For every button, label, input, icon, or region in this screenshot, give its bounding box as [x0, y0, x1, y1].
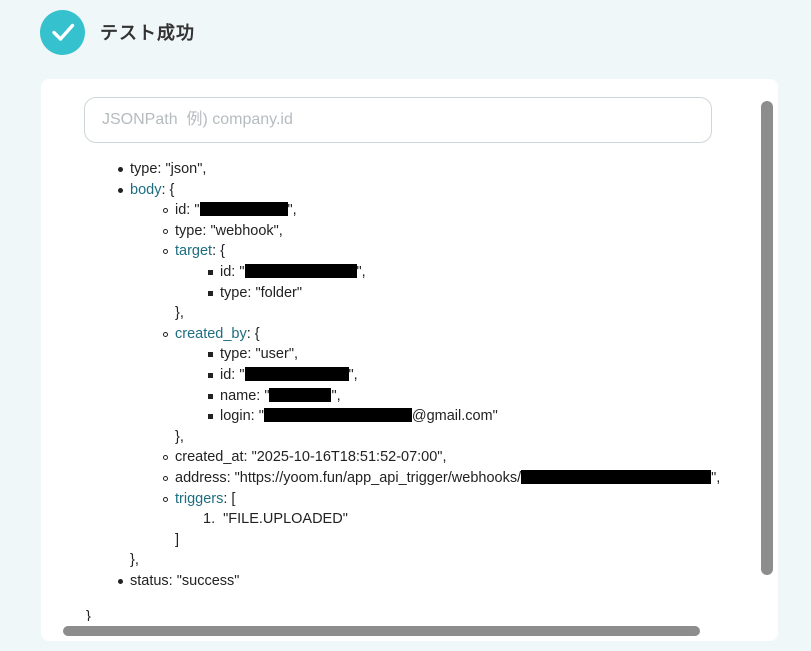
- tree-item-target: target: {: [163, 241, 225, 262]
- created-by-id-prefix: id: ": [220, 367, 245, 383]
- address-suffix: ",: [711, 470, 721, 486]
- tree-item-created-by-login: login: " @gmail.com": [208, 406, 498, 427]
- created-by-id-suffix: ",: [348, 367, 358, 383]
- bullet-icon: [163, 496, 168, 502]
- body-id-prefix: id: ": [175, 202, 200, 219]
- created-at: created_at: "2025-10-16T18:51:52-07:00",: [175, 449, 447, 466]
- root-close: }: [86, 607, 91, 621]
- trigger-item: "FILE.UPLOADED": [223, 511, 348, 528]
- created-by-close-text: },: [175, 428, 184, 445]
- redacted-created-by-name: [269, 387, 332, 402]
- bullet-icon: [163, 249, 168, 255]
- triggers-close: ]: [175, 530, 179, 551]
- created-by-name-prefix: name: ": [220, 387, 270, 404]
- tree-item-type: type: "json",: [118, 159, 207, 180]
- check-icon: [40, 9, 85, 55]
- vertical-scrollbar[interactable]: [758, 79, 778, 621]
- target-id-suffix: ",: [356, 264, 366, 280]
- target-close-text: },: [175, 305, 184, 322]
- json-output-panel: type: "json", body: { id: "", type: "web…: [41, 79, 778, 641]
- created-by-open: : {: [246, 325, 260, 342]
- created-by-login-suffix: @gmail.com": [411, 408, 498, 425]
- created-by-key[interactable]: created_by: [175, 326, 247, 342]
- target-id-prefix: id: ": [220, 264, 245, 280]
- created-by-type: type: "user",: [220, 346, 298, 363]
- body-open: : {: [161, 181, 175, 198]
- test-result-header: テスト成功: [40, 9, 195, 55]
- tree-item-body: body: {: [118, 180, 175, 201]
- bullet-icon: [208, 290, 213, 296]
- type-line: type: "json",: [130, 161, 207, 177]
- address-prefix: address: "https://yoom.fun/app_api_trigg…: [175, 470, 522, 486]
- tree-item-created-by-name: name: " ",: [208, 386, 341, 407]
- jsonpath-input[interactable]: [85, 98, 711, 142]
- tree-item-trigger-1: 1. "FILE.UPLOADED": [203, 509, 348, 530]
- triggers-close-text: ]: [175, 531, 180, 548]
- bullet-icon: [118, 187, 123, 193]
- bullet-icon: [208, 352, 213, 358]
- target-type: type: "folder": [220, 284, 303, 301]
- tree-item-address: address: "https://yoom.fun/app_api_trigg…: [163, 468, 721, 489]
- bullet-icon: [208, 393, 213, 399]
- created-by-login-prefix: login: ": [220, 408, 264, 425]
- header-title: テスト成功: [100, 23, 195, 43]
- target-key[interactable]: target: [175, 243, 212, 259]
- tree-item-created-at: created_at: "2025-10-16T18:51:52-07:00",: [163, 447, 447, 468]
- body-close: },: [130, 550, 139, 571]
- json-tree-viewport: type: "json", body: { id: "", type: "web…: [41, 79, 758, 621]
- redacted-address: [521, 470, 712, 484]
- bullet-icon: [163, 208, 168, 214]
- bullet-icon: [118, 167, 123, 172]
- root-close-text: }: [86, 609, 91, 621]
- created-by-name-suffix: ",: [331, 387, 341, 404]
- target-close: },: [175, 303, 184, 324]
- tree-item-target-id: id: " ",: [208, 262, 366, 283]
- bullet-icon: [163, 228, 168, 234]
- redacted-created-by-id: [244, 367, 349, 381]
- bullet-icon: [208, 373, 213, 378]
- redacted-created-by-login: [263, 408, 412, 423]
- vertical-scrollbar-thumb[interactable]: [761, 101, 773, 575]
- redacted-target-id: [244, 264, 357, 278]
- tree-item-created-by-id: id: " ",: [208, 365, 358, 386]
- target-open: : {: [212, 243, 225, 260]
- bullet-icon: [208, 414, 213, 420]
- tree-item-created-by-type: type: "user",: [208, 344, 298, 365]
- bullet-icon: [118, 579, 123, 584]
- created-by-close: },: [175, 427, 184, 448]
- triggers-open: : [: [223, 490, 236, 507]
- bullet-icon: [163, 455, 168, 461]
- horizontal-scrollbar-thumb[interactable]: [63, 626, 700, 636]
- triggers-key[interactable]: triggers: [175, 491, 223, 507]
- trigger-item-number: 1.: [203, 511, 216, 528]
- tree-item-body-id: id: " ",: [163, 200, 297, 221]
- horizontal-scrollbar[interactable]: [41, 621, 758, 641]
- body-id-suffix: ",: [287, 202, 297, 219]
- tree-item-status: status: "success": [118, 571, 240, 592]
- tree-item-triggers: triggers: [: [163, 489, 236, 510]
- body-type: type: "webhook",: [175, 222, 283, 239]
- tree-item-created-by: created_by: {: [163, 324, 260, 345]
- bullet-icon: [208, 270, 213, 275]
- body-key[interactable]: body: [130, 182, 161, 198]
- body-close-text: },: [130, 552, 139, 569]
- jsonpath-search[interactable]: [84, 97, 712, 143]
- bullet-icon: [163, 331, 168, 337]
- tree-item-target-type: type: "folder": [208, 283, 303, 304]
- bullet-icon: [163, 476, 168, 481]
- tree-item-body-type: type: "webhook",: [163, 221, 283, 242]
- redacted-body-id: [199, 202, 288, 217]
- status-line: status: "success": [130, 573, 240, 589]
